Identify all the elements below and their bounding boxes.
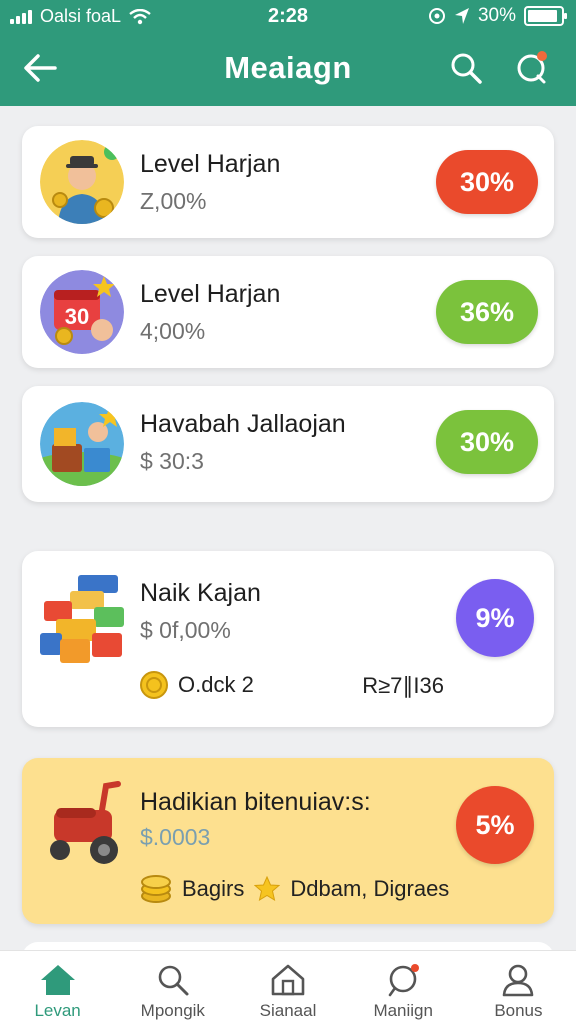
reward-card-highlighted[interactable]: Hadikian bitenuiav:s: $.0003 5% Bagirs D…: [22, 758, 554, 924]
reward-card[interactable]: 30 Level Harjan 4;00% 36%: [22, 256, 554, 368]
percent-badge[interactable]: 30%: [436, 150, 538, 214]
tab-label: Sianaal: [259, 1001, 317, 1020]
percent-badge[interactable]: 5%: [456, 786, 534, 864]
coin-label: O.dck 2: [178, 672, 254, 697]
card-title: Havabah Jallaojan: [140, 410, 346, 438]
chat-bubble-icon: [517, 51, 547, 84]
battery-icon: [524, 6, 567, 26]
chat-icon: [388, 964, 420, 997]
coin-stack-icon: [141, 875, 171, 903]
location-icon: [454, 8, 469, 24]
messages-button[interactable]: [510, 46, 554, 90]
search-icon: [451, 53, 482, 84]
tab-label: Levan: [34, 1001, 81, 1020]
tab-profile[interactable]: Bonus: [461, 951, 576, 1024]
profile-icon: [503, 964, 534, 997]
tab-messages[interactable]: Maniign: [346, 951, 461, 1024]
percent-badge[interactable]: 9%: [456, 579, 534, 657]
card-subtitle: 4;00%: [140, 318, 206, 344]
search-icon: [158, 965, 189, 996]
tab-home[interactable]: Levan: [0, 951, 115, 1024]
tab-label: Maniign: [373, 1001, 433, 1020]
status-right: 30%: [428, 5, 567, 27]
search-button[interactable]: [444, 46, 488, 90]
treasure-gift-icon: [40, 402, 124, 486]
reward-card[interactable]: Havabah Jallaojan $ 30:3 30%: [22, 386, 554, 502]
card-subtitle: $.0003: [140, 824, 211, 850]
card-subtitle: Z,00%: [140, 188, 207, 214]
reward-card[interactable]: Naik Kajan $ 0f,00% 9% O.dck 2 R≥7∥I36: [22, 551, 554, 727]
card-title: Level Harjan: [140, 280, 281, 308]
card-subtitle: $ 0f,00%: [140, 617, 231, 643]
battery-percent: 30%: [477, 5, 516, 26]
tab-label: Bonus: [494, 1001, 543, 1020]
percent-badge[interactable]: 30%: [436, 410, 538, 474]
house-icon: [271, 964, 305, 996]
percent-badge[interactable]: 36%: [436, 280, 538, 344]
reward-row: Bagirs Ddbam, Digraes: [140, 874, 449, 904]
coin-row: O.dck 2: [140, 671, 254, 699]
status-bar: Oalsi foaL 2:28 30%: [0, 0, 576, 32]
reward-detail: Ddbam, Digraes: [290, 876, 450, 901]
tab-label: Mpongik: [140, 1001, 205, 1020]
card-title: Naik Kajan: [140, 579, 261, 607]
app-header: Meaiagn: [0, 32, 576, 106]
reward-card[interactable]: Level Harjan Z,00% 30%: [22, 126, 554, 238]
tab-house[interactable]: Sianaal: [230, 951, 345, 1024]
card-title: Level Harjan: [140, 150, 281, 178]
card-title: Hadikian bitenuiav:s:: [140, 788, 371, 816]
reward-label: Bagirs: [182, 876, 245, 901]
motorbike-icon: [50, 781, 121, 864]
tab-search[interactable]: Mpongik: [115, 951, 230, 1024]
alarm-icon: [428, 8, 445, 24]
code-label: R≥7∥I36: [362, 673, 444, 698]
page-title: Meaiagn: [224, 50, 352, 85]
calendar-number: 30: [65, 304, 89, 329]
star-icon: [254, 876, 281, 902]
stacked-goods-icon: [40, 575, 124, 663]
home-icon: [40, 965, 75, 995]
businessman-avatar-icon: [40, 140, 124, 224]
bottom-tab-bar: Levan Mpongik Sianaal Maniign Bonus: [0, 950, 576, 1024]
calendar-coins-icon: 30: [40, 270, 124, 354]
card-subtitle: $ 30:3: [140, 448, 204, 474]
coin-icon: [140, 671, 168, 699]
